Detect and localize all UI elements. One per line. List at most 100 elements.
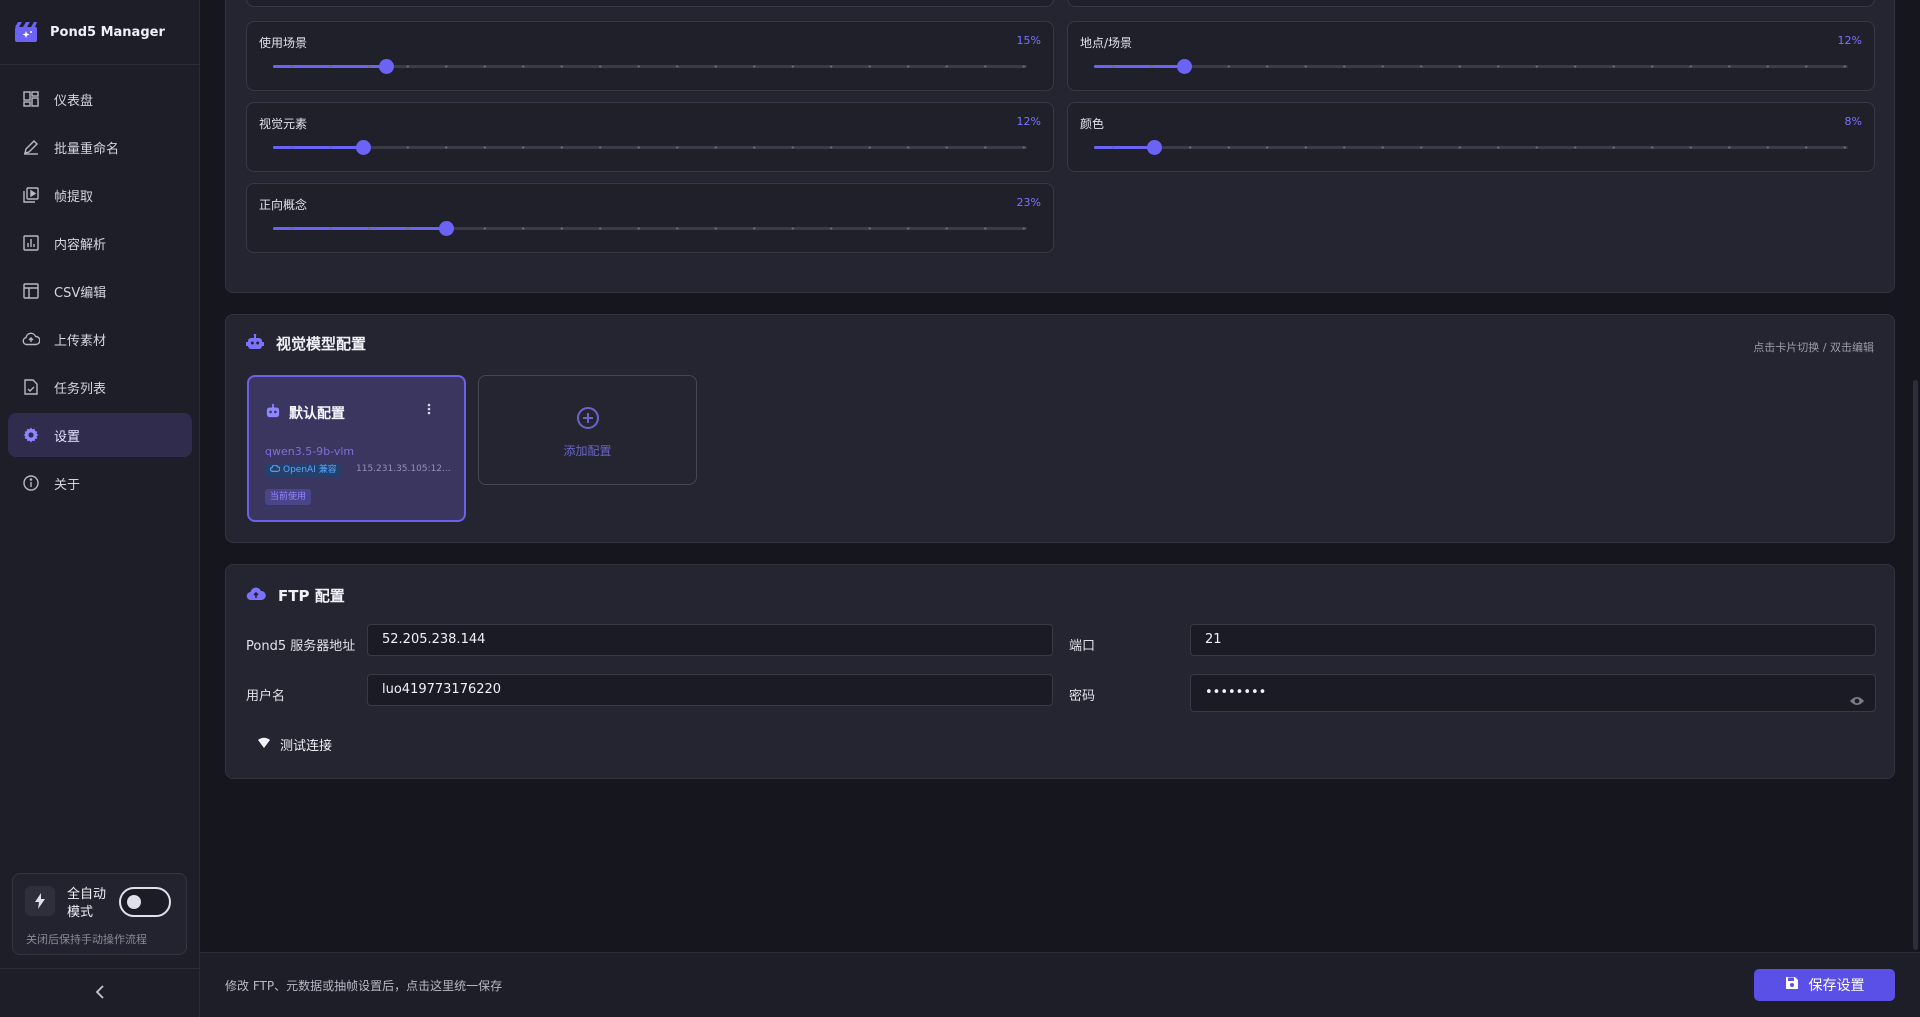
compat-label: OpenAI 兼容 [283, 465, 337, 475]
weight-slider[interactable] [273, 221, 1027, 236]
cloud-upload-icon [246, 586, 266, 605]
sidebar-item-label: CSV编辑 [54, 285, 107, 301]
brand[interactable]: Pond5 Manager [0, 0, 199, 65]
weight-value: 15% [1016, 34, 1041, 47]
password-label: 密码 [1069, 689, 1096, 704]
sidebar-item-label: 内容解析 [54, 237, 107, 253]
weight-slider[interactable] [1094, 140, 1848, 155]
app-window: Pond5 Manager 仪表盘 批量重命名 帧提取 内容解析 CSV编辑 上… [0, 0, 1920, 1017]
compat-badge: OpenAI 兼容 [265, 463, 342, 478]
sidebar: Pond5 Manager 仪表盘 批量重命名 帧提取 内容解析 CSV编辑 上… [0, 0, 200, 1017]
weight-card-color: 颜色 8% [1067, 102, 1875, 172]
save-icon [1785, 976, 1799, 994]
test-connection-label: 测试连接 [280, 738, 333, 754]
task-list-icon [22, 378, 40, 396]
weight-card-positive-concept: 正向概念 23% [246, 183, 1054, 253]
sidebar-item-label: 任务列表 [54, 381, 107, 397]
weight-slider[interactable] [1094, 59, 1848, 74]
add-config-button[interactable]: 添加配置 [478, 375, 697, 485]
sidebar-item-content-analysis[interactable]: 内容解析 [8, 221, 192, 265]
weight-slider[interactable] [273, 140, 1027, 155]
weight-card-usage-scene: 使用场景 15% [246, 21, 1054, 91]
model-card-title: 默认配置 [265, 403, 345, 423]
password-input[interactable]: •••••••• [1190, 674, 1876, 712]
lightning-icon [25, 886, 55, 916]
weights-panel: 使用场景 15% 地点/场景 12% 视觉元素 12% 颜色 8% 正向概念 2… [225, 0, 1895, 293]
sidebar-item-task-list[interactable]: 任务列表 [8, 365, 192, 409]
sidebar-item-about[interactable]: 关于 [8, 461, 192, 505]
section-heading: 视觉模型配置 [276, 335, 367, 353]
sidebar-item-label: 帧提取 [54, 189, 94, 205]
collapse-sidebar-button[interactable] [0, 968, 199, 1017]
test-connection-button[interactable]: 测试连接 [246, 729, 343, 759]
content-scrollbar[interactable] [1913, 380, 1918, 950]
weight-card-visual-elements: 视觉元素 12% [246, 102, 1054, 172]
toggle-knob [127, 895, 141, 909]
auto-mode-card: 全自动模式 关闭后保持手动操作流程 [12, 873, 187, 955]
sidebar-item-frame-extract[interactable]: 帧提取 [8, 173, 192, 217]
cloud-upload-icon [22, 330, 40, 348]
gear-icon [22, 426, 40, 444]
slider-ticks [1094, 146, 1848, 149]
slider-thumb[interactable] [379, 59, 395, 74]
slider-ticks [1094, 65, 1848, 68]
model-endpoint: 115.231.35.105:12... [356, 464, 451, 474]
robot-icon [265, 404, 281, 422]
weight-label: 使用场景 [259, 36, 308, 50]
sidebar-item-label: 关于 [54, 477, 81, 493]
sidebar-item-batch-rename[interactable]: 批量重命名 [8, 125, 192, 169]
add-config-label: 添加配置 [563, 444, 612, 458]
settings-content: 使用场景 15% 地点/场景 12% 视觉元素 12% 颜色 8% 正向概念 2… [200, 0, 1920, 952]
slider-ticks [273, 146, 1027, 149]
slider-thumb[interactable] [439, 221, 455, 236]
weight-value: 12% [1016, 115, 1041, 128]
sidebar-item-csv-edit[interactable]: CSV编辑 [8, 269, 192, 313]
analytics-icon [22, 234, 40, 252]
vision-model-panel: 视觉模型配置 点击卡片切换 / 双击编辑 默认配置 qwen3.5-9b-vlm [225, 314, 1895, 543]
weight-card-partial [1067, 0, 1875, 7]
eye-icon[interactable] [1849, 686, 1865, 722]
server-address-label: Pond5 服务器地址 [246, 639, 356, 654]
weight-value: 12% [1837, 34, 1862, 47]
info-icon [22, 474, 40, 492]
sidebar-item-upload[interactable]: 上传素材 [8, 317, 192, 361]
model-config-card[interactable]: 默认配置 qwen3.5-9b-vlm OpenAI 兼容 115.231.35… [247, 375, 466, 522]
cloud-icon [269, 463, 281, 478]
auto-mode-toggle[interactable] [119, 887, 171, 917]
vision-model-title: 视觉模型配置 [246, 333, 366, 354]
slider-thumb[interactable] [1147, 140, 1163, 155]
weight-card-location: 地点/场景 12% [1067, 21, 1875, 91]
sidebar-item-dashboard[interactable]: 仪表盘 [8, 77, 192, 121]
weight-label: 颜色 [1080, 117, 1105, 131]
vision-model-hint: 点击卡片切换 / 双击编辑 [1753, 341, 1874, 354]
weight-label: 地点/场景 [1080, 36, 1133, 50]
sidebar-nav: 仪表盘 批量重命名 帧提取 内容解析 CSV编辑 上传素材 任务列表 设置 关于 [8, 77, 192, 509]
ftp-title: FTP 配置 [246, 585, 345, 606]
more-options-icon[interactable] [424, 403, 434, 419]
footer-note: 修改 FTP、元数据或抽帧设置后，点击这里统一保存 [225, 979, 503, 993]
sidebar-item-settings[interactable]: 设置 [8, 413, 192, 457]
weight-slider[interactable] [273, 59, 1027, 74]
port-label: 端口 [1069, 639, 1096, 654]
slider-thumb[interactable] [1177, 59, 1193, 74]
save-settings-button[interactable]: 保存设置 [1754, 969, 1895, 1001]
weight-card-partial [246, 0, 1054, 7]
username-input[interactable]: luo419773176220 [367, 674, 1053, 706]
plus-circle-icon [576, 406, 600, 434]
port-input[interactable]: 21 [1190, 624, 1876, 656]
weight-label: 视觉元素 [259, 117, 308, 131]
weight-value: 8% [1844, 115, 1862, 128]
model-card-name: 默认配置 [289, 406, 345, 422]
sidebar-item-label: 仪表盘 [54, 93, 94, 109]
dashboard-icon [22, 90, 40, 108]
ftp-panel: FTP 配置 Pond5 服务器地址 52.205.238.144 端口 21 … [225, 564, 1895, 779]
sidebar-item-label: 上传素材 [54, 333, 107, 349]
slider-thumb[interactable] [356, 140, 372, 155]
robot-icon [246, 333, 264, 354]
slider-ticks [273, 227, 1027, 230]
app-name: Pond5 Manager [50, 24, 165, 40]
server-address-input[interactable]: 52.205.238.144 [367, 624, 1053, 656]
clapperboard-logo-icon [14, 20, 38, 44]
password-mask: •••••••• [1205, 685, 1267, 700]
sidebar-item-label: 设置 [54, 429, 81, 445]
